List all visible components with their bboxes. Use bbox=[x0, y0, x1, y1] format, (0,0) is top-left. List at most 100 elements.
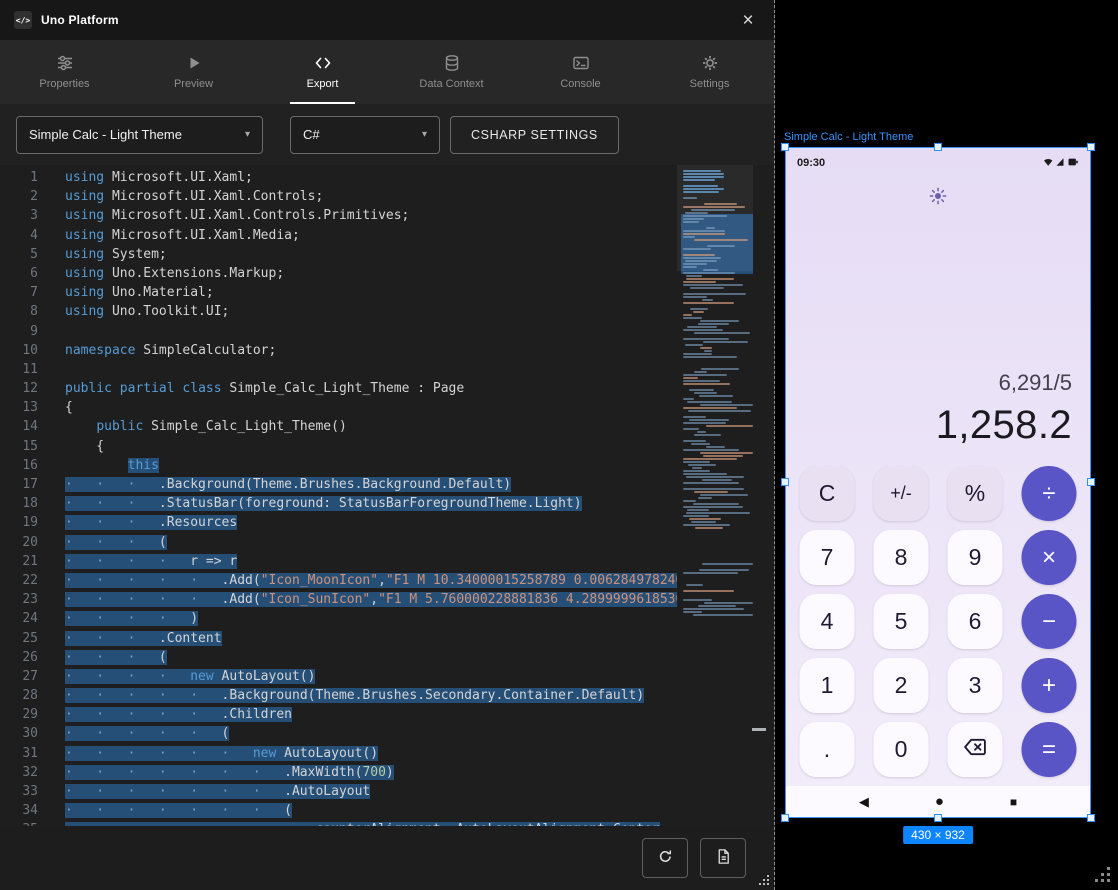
key-percent[interactable]: % bbox=[948, 466, 1003, 521]
code-line[interactable]: 17· · · .Background(Theme.Brushes.Backgr… bbox=[0, 475, 774, 494]
minimap[interactable] bbox=[677, 165, 774, 826]
key-4[interactable]: 4 bbox=[800, 594, 855, 649]
code-line[interactable]: 19· · · .Resources bbox=[0, 513, 774, 532]
code-line[interactable]: 21· · · · r => r bbox=[0, 552, 774, 571]
code-line[interactable]: 26· · · ( bbox=[0, 648, 774, 667]
code-line[interactable]: 32· · · · · · · .MaxWidth(700) bbox=[0, 763, 774, 782]
code-line[interactable]: 34· · · · · · · ( bbox=[0, 801, 774, 820]
tab-data-context[interactable]: Data Context bbox=[387, 40, 516, 104]
selection-handle-tm[interactable] bbox=[934, 143, 942, 151]
tab-properties[interactable]: Properties bbox=[0, 40, 129, 104]
code-line[interactable]: 15 { bbox=[0, 437, 774, 456]
phone-preview[interactable]: 09:30 6,291/5 1,258.2 C+/-%÷789×456−123+… bbox=[785, 147, 1091, 818]
code-line[interactable]: 28· · · · · .Background(Theme.Brushes.Se… bbox=[0, 686, 774, 705]
code-line[interactable]: 11 bbox=[0, 360, 774, 379]
selection-handle-mr[interactable] bbox=[1087, 478, 1095, 486]
key-multiply[interactable]: × bbox=[1022, 530, 1077, 585]
refresh-button[interactable] bbox=[642, 838, 688, 878]
code-line[interactable]: 9 bbox=[0, 322, 774, 341]
code-line[interactable]: 5using System; bbox=[0, 245, 774, 264]
selection-handle-tl[interactable] bbox=[781, 143, 789, 151]
key-2[interactable]: 2 bbox=[874, 658, 929, 713]
selection-handle-tr[interactable] bbox=[1087, 143, 1095, 151]
selection-handle-bm[interactable] bbox=[934, 814, 942, 822]
code-line[interactable]: 14 public Simple_Calc_Light_Theme() bbox=[0, 417, 774, 436]
code-line[interactable]: 30· · · · · ( bbox=[0, 724, 774, 743]
code-line[interactable]: 3using Microsoft.UI.Xaml.Controls.Primit… bbox=[0, 206, 774, 225]
export-file-button[interactable] bbox=[700, 838, 746, 878]
code-text: · · · · · .Background(Theme.Brushes.Seco… bbox=[38, 686, 644, 705]
code-line[interactable]: 16 this bbox=[0, 456, 774, 475]
project-select-value: Simple Calc - Light Theme bbox=[29, 127, 182, 142]
code-line[interactable]: 10namespace SimpleCalculator; bbox=[0, 341, 774, 360]
code-line[interactable]: 13{ bbox=[0, 398, 774, 417]
key-7[interactable]: 7 bbox=[800, 530, 855, 585]
tab-console[interactable]: Console bbox=[516, 40, 645, 104]
code-line[interactable]: 24· · · · ) bbox=[0, 609, 774, 628]
csharp-settings-button[interactable]: CSHARP SETTINGS bbox=[450, 116, 619, 154]
code-line[interactable]: 2using Microsoft.UI.Xaml.Controls; bbox=[0, 187, 774, 206]
code-line[interactable]: 8using Uno.Toolkit.UI; bbox=[0, 302, 774, 321]
tab-preview[interactable]: Preview bbox=[129, 40, 258, 104]
code-text: · · · · r => r bbox=[38, 552, 237, 571]
line-number: 19 bbox=[0, 513, 38, 532]
key-1[interactable]: 1 bbox=[800, 658, 855, 713]
line-number: 25 bbox=[0, 629, 38, 648]
preview-canvas: Simple Calc - Light Theme 09:30 6,291/5 … bbox=[775, 0, 1118, 890]
code-text: public Simple_Calc_Light_Theme() bbox=[38, 417, 347, 436]
key-3[interactable]: 3 bbox=[948, 658, 1003, 713]
minimap-viewport[interactable] bbox=[677, 165, 753, 271]
code-line[interactable]: 29· · · · · .Children bbox=[0, 705, 774, 724]
key-plus-minus[interactable]: +/- bbox=[874, 466, 929, 521]
back-icon[interactable]: ◀ bbox=[859, 795, 869, 808]
code-line[interactable]: 6using Uno.Extensions.Markup; bbox=[0, 264, 774, 283]
code-line[interactable]: 7using Uno.Material; bbox=[0, 283, 774, 302]
code-line[interactable]: 20· · · ( bbox=[0, 533, 774, 552]
device-size-badge: 430 × 932 bbox=[903, 826, 973, 844]
key-minus[interactable]: − bbox=[1022, 594, 1077, 649]
code-line[interactable]: 22· · · · · .Add("Icon_MoonIcon","F1 M 1… bbox=[0, 571, 774, 590]
code-line[interactable]: 1using Microsoft.UI.Xaml; bbox=[0, 168, 774, 187]
theme-toggle-button[interactable] bbox=[924, 184, 952, 212]
code-line[interactable]: 18· · · .StatusBar(foreground: StatusBar… bbox=[0, 494, 774, 513]
code-line[interactable]: 12public partial class Simple_Calc_Light… bbox=[0, 379, 774, 398]
code-text: using Microsoft.UI.Xaml.Controls; bbox=[38, 187, 323, 206]
window-resize-grip[interactable] bbox=[1107, 879, 1110, 882]
key-0[interactable]: 0 bbox=[874, 722, 929, 777]
key-backspace[interactable] bbox=[948, 722, 1003, 777]
code-line[interactable]: 31· · · · · · new AutoLayout() bbox=[0, 744, 774, 763]
home-icon[interactable]: ● bbox=[935, 794, 944, 809]
project-select[interactable]: Simple Calc - Light Theme ▾ bbox=[16, 116, 263, 154]
key-divide[interactable]: ÷ bbox=[1022, 466, 1077, 521]
code-line[interactable]: 25· · · .Content bbox=[0, 629, 774, 648]
key-equals[interactable]: = bbox=[1022, 722, 1077, 777]
code-editor[interactable]: 1using Microsoft.UI.Xaml;2using Microsof… bbox=[0, 165, 774, 826]
key-8[interactable]: 8 bbox=[874, 530, 929, 585]
line-number: 2 bbox=[0, 187, 38, 206]
recents-icon[interactable]: ■ bbox=[1010, 796, 1017, 808]
code-text: using Microsoft.UI.Xaml; bbox=[38, 168, 253, 187]
gear-icon bbox=[701, 54, 719, 72]
code-line[interactable]: 33· · · · · · · .AutoLayout bbox=[0, 782, 774, 801]
panel-resize-grip[interactable] bbox=[767, 883, 769, 885]
overview-ruler-mark bbox=[752, 728, 766, 731]
key-5[interactable]: 5 bbox=[874, 594, 929, 649]
selection-handle-ml[interactable] bbox=[781, 478, 789, 486]
code-line[interactable]: 27· · · · new AutoLayout() bbox=[0, 667, 774, 686]
code-line[interactable]: 23· · · · · .Add("Icon_SunIcon","F1 M 5.… bbox=[0, 590, 774, 609]
close-icon[interactable]: × bbox=[736, 11, 760, 30]
tab-export[interactable]: Export bbox=[258, 40, 387, 104]
key-clear[interactable]: C bbox=[800, 466, 855, 521]
tab-settings[interactable]: Settings bbox=[645, 40, 774, 104]
key-dot[interactable]: . bbox=[800, 722, 855, 777]
code-line[interactable]: 4using Microsoft.UI.Xaml.Media; bbox=[0, 226, 774, 245]
selection-handle-br[interactable] bbox=[1087, 814, 1095, 822]
code-text: · · · · · .Children bbox=[38, 705, 292, 724]
language-select[interactable]: C# ▾ bbox=[290, 116, 440, 154]
code-text: · · · .Content bbox=[38, 629, 222, 648]
code-text: · · · ( bbox=[38, 533, 167, 552]
selection-handle-bl[interactable] bbox=[781, 814, 789, 822]
key-9[interactable]: 9 bbox=[948, 530, 1003, 585]
key-6[interactable]: 6 bbox=[948, 594, 1003, 649]
key-plus[interactable]: + bbox=[1022, 658, 1077, 713]
